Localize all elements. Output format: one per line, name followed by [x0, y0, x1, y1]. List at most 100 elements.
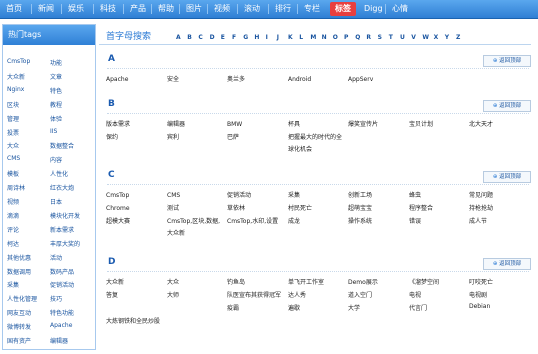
tag-link[interactable]: 大学	[348, 303, 360, 315]
alphabet-link-c[interactable]: C	[198, 34, 202, 41]
alphabet-link-h[interactable]: H	[254, 34, 259, 41]
alphabet-link-f[interactable]: F	[232, 34, 236, 41]
alphabet-link-o[interactable]: O	[333, 34, 338, 41]
sidebar-tag[interactable]: 教程	[50, 100, 62, 109]
back-to-top-button[interactable]: ⊕ 返回顶部	[483, 258, 531, 270]
sidebar-tag[interactable]: 特色	[50, 86, 62, 95]
sidebar-tag[interactable]: 特色功能	[50, 308, 74, 317]
tag-link[interactable]: 蜂虫	[409, 190, 421, 202]
tag-link[interactable]: BMW	[227, 119, 242, 131]
tag-link[interactable]: Debian	[469, 303, 490, 310]
nav-item[interactable]: 娱乐	[68, 0, 84, 18]
alphabet-link-y[interactable]: Y	[445, 34, 449, 41]
sidebar-tag[interactable]: 大众	[7, 141, 19, 150]
alphabet-link-e[interactable]: E	[221, 34, 225, 41]
alphabet-link-m[interactable]: M	[310, 34, 316, 41]
tag-link[interactable]: 大炼钢铁和全民炒股	[106, 316, 160, 328]
alphabet-link-s[interactable]: S	[378, 34, 382, 41]
tag-link[interactable]: 电视	[409, 290, 421, 302]
sidebar-tag[interactable]: 区块	[7, 100, 19, 109]
tag-link[interactable]: 测试	[167, 203, 179, 215]
tag-link[interactable]: 钓鱼岛	[227, 277, 245, 289]
alphabet-link-k[interactable]: K	[288, 34, 293, 41]
sidebar-tag[interactable]: 大众新	[7, 72, 25, 81]
sidebar-tag[interactable]: 内容	[50, 155, 62, 164]
nav-item[interactable]: 新闻	[38, 0, 54, 18]
tag-link[interactable]: 答复	[106, 290, 118, 302]
sidebar-tag[interactable]: 技巧	[50, 294, 62, 303]
sidebar-tag[interactable]: 新本需求	[50, 225, 74, 234]
alphabet-link-n[interactable]: N	[322, 34, 327, 41]
tag-link[interactable]: Android	[288, 74, 311, 86]
alphabet-link-q[interactable]: Q	[355, 34, 360, 41]
sidebar-tag[interactable]: CmsTop	[7, 58, 30, 65]
tag-link[interactable]: 促销活动	[227, 190, 251, 202]
sidebar-tag[interactable]: Nginx	[7, 86, 24, 93]
sidebar-tag[interactable]: 柯达	[7, 239, 19, 248]
alphabet-link-z[interactable]: Z	[456, 34, 460, 41]
nav-item[interactable]: 帮助	[158, 0, 174, 18]
tag-link[interactable]: 保约	[106, 132, 118, 144]
tag-link[interactable]: 常见问题	[469, 190, 493, 199]
back-to-top-button[interactable]: ⊕ 返回顶部	[483, 100, 531, 112]
tag-link[interactable]: 代言门	[409, 303, 427, 315]
tag-link[interactable]: 宾利	[167, 132, 179, 144]
nav-item[interactable]: 视频	[214, 0, 230, 18]
sidebar-tag[interactable]: 日本	[50, 197, 62, 206]
sidebar-tag[interactable]: 滴滴	[7, 211, 19, 220]
nav-item[interactable]: 标签	[330, 2, 356, 16]
tag-link[interactable]: 草依林	[227, 203, 245, 215]
sidebar-tag[interactable]: 活动	[50, 253, 62, 262]
sidebar-tag[interactable]: 其他优惠	[7, 253, 31, 262]
sidebar-tag[interactable]: 管理	[7, 114, 19, 123]
alphabet-link-l[interactable]: L	[299, 34, 303, 41]
tag-link[interactable]: 道入空门	[348, 290, 372, 302]
tag-link[interactable]: Demo展示	[348, 277, 378, 289]
sidebar-tag[interactable]: 采集	[7, 280, 19, 289]
tag-link[interactable]: Apache	[106, 74, 128, 86]
sidebar-tag[interactable]: 国有资产	[7, 336, 31, 345]
nav-item[interactable]: 排行	[275, 0, 291, 18]
nav-item[interactable]: 专栏	[304, 0, 320, 18]
sidebar-tag[interactable]: 体验	[50, 114, 62, 123]
sidebar-tag[interactable]: 文章	[50, 72, 62, 81]
alphabet-link-u[interactable]: U	[400, 34, 405, 41]
tag-link[interactable]: 成龙	[288, 216, 300, 228]
tag-link[interactable]: 大众	[167, 277, 179, 289]
nav-item[interactable]: Digg	[364, 0, 383, 18]
nav-item[interactable]: 滚动	[244, 0, 260, 18]
tag-link[interactable]: 成人节	[469, 216, 487, 225]
nav-item[interactable]: 图片	[186, 0, 202, 18]
tag-link[interactable]: Chrome	[106, 203, 130, 215]
sidebar-tag[interactable]: 投票	[7, 128, 19, 137]
nav-item[interactable]: 产品	[130, 0, 146, 18]
tag-link[interactable]: 编辑器	[167, 119, 185, 131]
nav-item[interactable]: 心情	[392, 0, 408, 18]
alphabet-link-i[interactable]: I	[266, 34, 268, 41]
tag-link[interactable]: 安全	[167, 74, 179, 86]
sidebar-tag[interactable]: Apache	[50, 322, 72, 329]
tag-link[interactable]: 采集	[288, 190, 300, 202]
tag-link[interactable]: 北大天才	[469, 119, 493, 128]
alphabet-link-r[interactable]: R	[366, 34, 371, 41]
tag-link[interactable]: AppServ	[348, 74, 373, 86]
alphabet-link-j[interactable]: J	[277, 34, 279, 41]
tag-link[interactable]: 把握最大的时代的全球化机会	[288, 132, 346, 156]
tag-link[interactable]: 队医宣布其获得冠军	[227, 290, 281, 302]
sidebar-tag[interactable]: 功能	[50, 58, 62, 67]
alphabet-link-g[interactable]: G	[243, 34, 248, 41]
sidebar-tag[interactable]: 数据整合	[50, 141, 74, 150]
sidebar-tag[interactable]: 数码产品	[50, 267, 74, 276]
sidebar-tag[interactable]: 网友互动	[7, 308, 31, 317]
sidebar-tag[interactable]: 人性化	[50, 169, 68, 178]
sidebar-tag[interactable]: CMS	[7, 155, 20, 162]
tag-link[interactable]: 遍歇	[288, 303, 300, 315]
alphabet-link-v[interactable]: V	[411, 34, 416, 41]
tag-link[interactable]: 超萌宝宝	[348, 203, 372, 215]
tag-link[interactable]: 疫霸	[227, 303, 239, 315]
tag-link[interactable]: 程序整合	[409, 203, 433, 215]
tag-link[interactable]: 版本需求	[106, 119, 130, 131]
sidebar-tag[interactable]: 模块化开发	[50, 211, 80, 220]
sidebar-tag[interactable]: IIS	[50, 128, 57, 135]
tag-link[interactable]: 宝贝计划	[409, 119, 433, 131]
